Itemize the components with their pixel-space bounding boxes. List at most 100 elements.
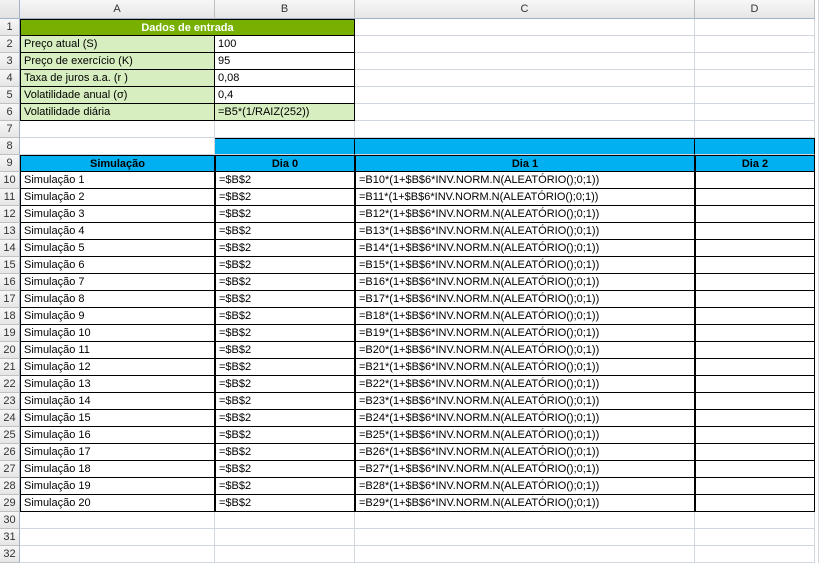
sim-dia1-9[interactable]: =B19*(1+$B$6*INV.NORM.N(ALEATÓRIO();0;1)… — [355, 325, 695, 342]
cell-C2[interactable] — [355, 36, 695, 53]
column-header-C[interactable]: C — [355, 0, 695, 19]
cell-D3[interactable] — [695, 53, 815, 70]
sim-dia0-7[interactable]: =$B$2 — [215, 291, 355, 308]
cell-D32[interactable] — [695, 546, 815, 563]
cell-C1[interactable] — [355, 19, 695, 36]
row-header-29[interactable]: 29 — [0, 495, 20, 512]
sim-dia1-6[interactable]: =B16*(1+$B$6*INV.NORM.N(ALEATÓRIO();0;1)… — [355, 274, 695, 291]
sim-dia0-2[interactable]: =$B$2 — [215, 206, 355, 223]
cell-C31[interactable] — [355, 529, 695, 546]
sim-dia1-10[interactable]: =B20*(1+$B$6*INV.NORM.N(ALEATÓRIO();0;1)… — [355, 342, 695, 359]
dados-value-4[interactable]: 0,4 — [215, 87, 355, 104]
row-header-17[interactable]: 17 — [0, 291, 20, 308]
cell-C4[interactable] — [355, 70, 695, 87]
dados-value-1[interactable]: 100 — [215, 36, 355, 53]
sim-dia0-3[interactable]: =$B$2 — [215, 223, 355, 240]
cell-A8[interactable] — [20, 138, 215, 155]
sim-dia2-3[interactable] — [695, 223, 815, 240]
sim-dia1-7[interactable]: =B17*(1+$B$6*INV.NORM.N(ALEATÓRIO();0;1)… — [355, 291, 695, 308]
sim-dia0-1[interactable]: =$B$2 — [215, 189, 355, 206]
sim-dia2-4[interactable] — [695, 240, 815, 257]
row-header-10[interactable]: 10 — [0, 172, 20, 189]
row-header-22[interactable]: 22 — [0, 376, 20, 393]
cell-D7[interactable] — [695, 121, 815, 138]
cell-C8[interactable] — [355, 138, 695, 155]
sim-dia2-1[interactable] — [695, 189, 815, 206]
row-header-14[interactable]: 14 — [0, 240, 20, 257]
sim-dia0-8[interactable]: =$B$2 — [215, 308, 355, 325]
row-header-24[interactable]: 24 — [0, 410, 20, 427]
sim-dia2-14[interactable] — [695, 410, 815, 427]
sim-dia0-4[interactable]: =$B$2 — [215, 240, 355, 257]
row-header-4[interactable]: 4 — [0, 70, 20, 87]
sim-dia1-3[interactable]: =B13*(1+$B$6*INV.NORM.N(ALEATÓRIO();0;1)… — [355, 223, 695, 240]
sim-dia2-15[interactable] — [695, 427, 815, 444]
sim-dia2-8[interactable] — [695, 308, 815, 325]
row-header-18[interactable]: 18 — [0, 308, 20, 325]
column-header-D[interactable]: D — [695, 0, 815, 19]
row-header-26[interactable]: 26 — [0, 444, 20, 461]
cell-D4[interactable] — [695, 70, 815, 87]
cell-D30[interactable] — [695, 512, 815, 529]
row-header-21[interactable]: 21 — [0, 359, 20, 376]
sim-dia0-5[interactable]: =$B$2 — [215, 257, 355, 274]
cell-C7[interactable] — [355, 121, 695, 138]
row-header-25[interactable]: 25 — [0, 427, 20, 444]
cell-B32[interactable] — [215, 546, 355, 563]
sim-dia2-0[interactable] — [695, 172, 815, 189]
row-header-30[interactable]: 30 — [0, 512, 20, 529]
sim-dia2-13[interactable] — [695, 393, 815, 410]
sim-dia1-18[interactable]: =B28*(1+$B$6*INV.NORM.N(ALEATÓRIO();0;1)… — [355, 478, 695, 495]
cell-B8[interactable] — [215, 138, 355, 155]
sim-dia2-19[interactable] — [695, 495, 815, 512]
dados-value-2[interactable]: 95 — [215, 53, 355, 70]
sim-dia1-14[interactable]: =B24*(1+$B$6*INV.NORM.N(ALEATÓRIO();0;1)… — [355, 410, 695, 427]
sim-dia0-19[interactable]: =$B$2 — [215, 495, 355, 512]
sim-dia0-16[interactable]: =$B$2 — [215, 444, 355, 461]
sim-dia2-6[interactable] — [695, 274, 815, 291]
row-header-8[interactable]: 8 — [0, 138, 20, 155]
sim-dia1-11[interactable]: =B21*(1+$B$6*INV.NORM.N(ALEATÓRIO();0;1)… — [355, 359, 695, 376]
sim-dia1-12[interactable]: =B22*(1+$B$6*INV.NORM.N(ALEATÓRIO();0;1)… — [355, 376, 695, 393]
row-header-31[interactable]: 31 — [0, 529, 20, 546]
row-header-1[interactable]: 1 — [0, 19, 20, 36]
sim-dia1-16[interactable]: =B26*(1+$B$6*INV.NORM.N(ALEATÓRIO();0;1)… — [355, 444, 695, 461]
row-header-32[interactable]: 32 — [0, 546, 20, 563]
cell-D31[interactable] — [695, 529, 815, 546]
row-header-20[interactable]: 20 — [0, 342, 20, 359]
row-header-12[interactable]: 12 — [0, 206, 20, 223]
cell-B31[interactable] — [215, 529, 355, 546]
sim-dia2-7[interactable] — [695, 291, 815, 308]
cell-B7[interactable] — [215, 121, 355, 138]
row-header-2[interactable]: 2 — [0, 36, 20, 53]
cell-C32[interactable] — [355, 546, 695, 563]
sim-dia0-9[interactable]: =$B$2 — [215, 325, 355, 342]
sim-dia1-17[interactable]: =B27*(1+$B$6*INV.NORM.N(ALEATÓRIO();0;1)… — [355, 461, 695, 478]
sim-dia0-18[interactable]: =$B$2 — [215, 478, 355, 495]
dados-value-3[interactable]: 0,08 — [215, 70, 355, 87]
column-header-B[interactable]: B — [215, 0, 355, 19]
sim-dia0-10[interactable]: =$B$2 — [215, 342, 355, 359]
row-header-3[interactable]: 3 — [0, 53, 20, 70]
sim-dia2-5[interactable] — [695, 257, 815, 274]
sim-dia2-2[interactable] — [695, 206, 815, 223]
dados-value-5[interactable]: =B5*(1/RAIZ(252)) — [215, 104, 355, 121]
sim-dia1-4[interactable]: =B14*(1+$B$6*INV.NORM.N(ALEATÓRIO();0;1)… — [355, 240, 695, 257]
sim-dia0-17[interactable]: =$B$2 — [215, 461, 355, 478]
sim-dia2-9[interactable] — [695, 325, 815, 342]
sim-dia1-1[interactable]: =B11*(1+$B$6*INV.NORM.N(ALEATÓRIO();0;1)… — [355, 189, 695, 206]
cell-C6[interactable] — [355, 104, 695, 121]
row-header-16[interactable]: 16 — [0, 274, 20, 291]
row-header-6[interactable]: 6 — [0, 104, 20, 121]
cell-A7[interactable] — [20, 121, 215, 138]
spreadsheet-grid[interactable]: ABCD1Dados de entrada2Preço atual (S)100… — [0, 0, 819, 563]
cell-C30[interactable] — [355, 512, 695, 529]
sim-dia1-0[interactable]: =B10*(1+$B$6*INV.NORM.N(ALEATÓRIO();0;1)… — [355, 172, 695, 189]
cell-D6[interactable] — [695, 104, 815, 121]
sim-dia2-11[interactable] — [695, 359, 815, 376]
sim-dia0-0[interactable]: =$B$2 — [215, 172, 355, 189]
sim-dia1-13[interactable]: =B23*(1+$B$6*INV.NORM.N(ALEATÓRIO();0;1)… — [355, 393, 695, 410]
sim-dia2-17[interactable] — [695, 461, 815, 478]
sim-dia2-10[interactable] — [695, 342, 815, 359]
row-header-5[interactable]: 5 — [0, 87, 20, 104]
